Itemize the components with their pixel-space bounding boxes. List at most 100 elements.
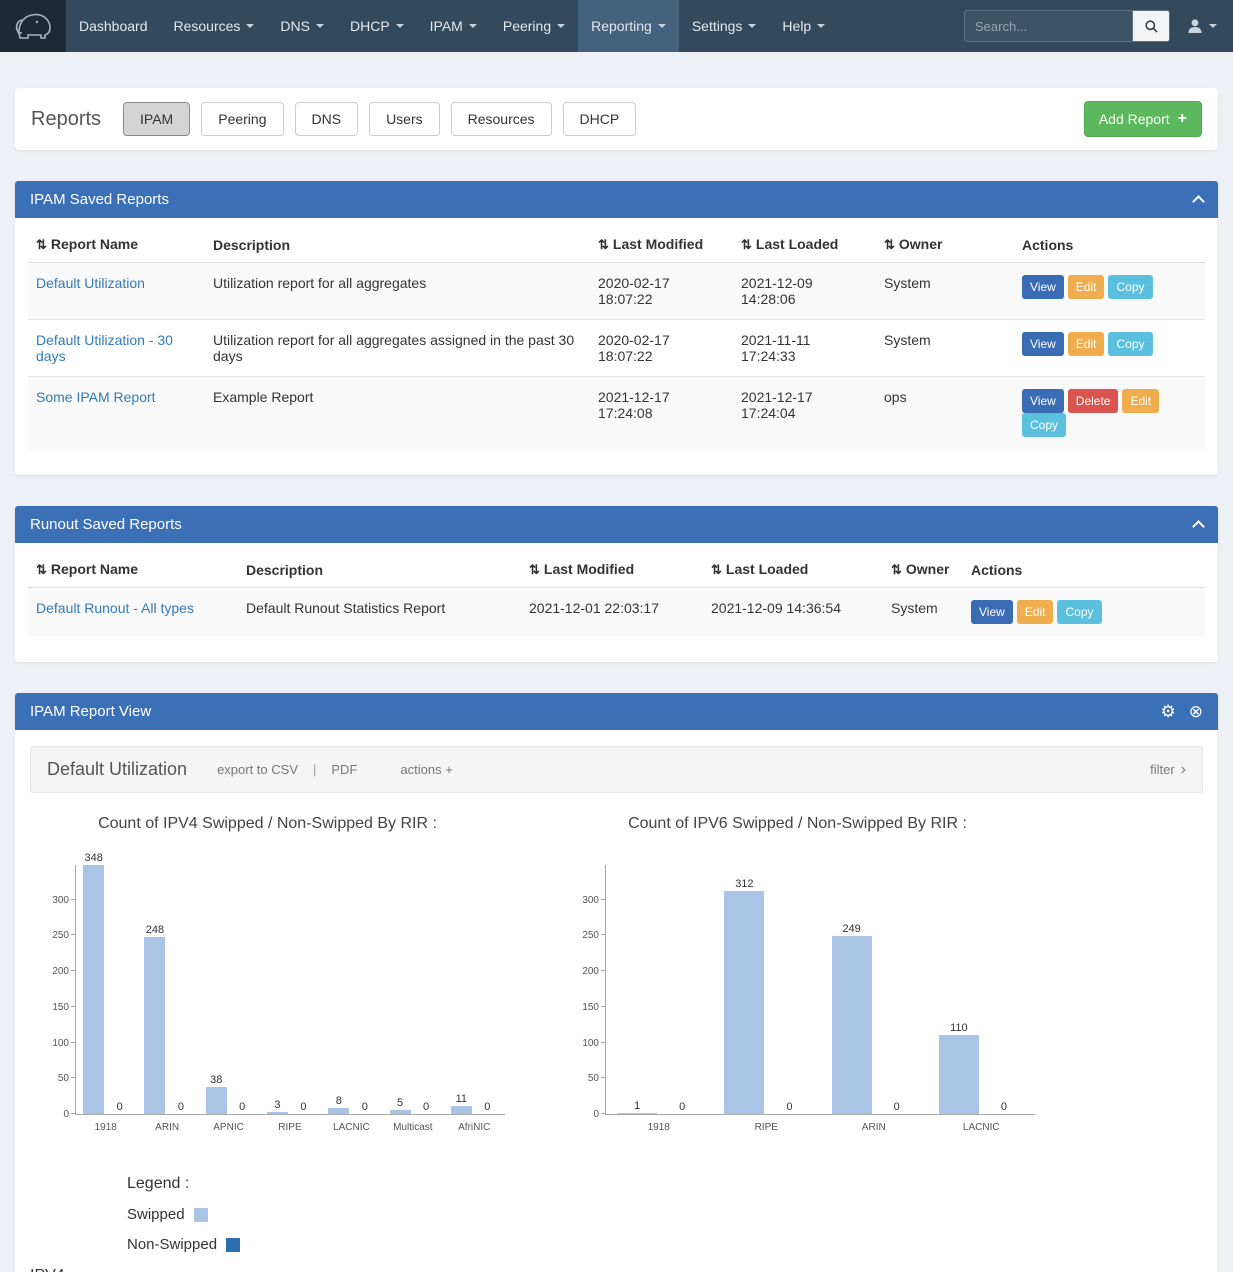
pdf-link[interactable]: PDF bbox=[331, 762, 357, 777]
section-label-ipv4: IPV4 bbox=[30, 1267, 1218, 1272]
close-panel-icon[interactable]: ⊗ bbox=[1189, 703, 1203, 720]
nav-item-ipam[interactable]: IPAM bbox=[417, 0, 490, 52]
report-name-link[interactable]: Default Runout - All types bbox=[36, 600, 194, 616]
user-icon bbox=[1186, 17, 1204, 35]
copy-button[interactable]: Copy bbox=[1022, 413, 1066, 437]
tab-resources[interactable]: Resources bbox=[451, 102, 552, 136]
bar-value-label: 5 bbox=[397, 1097, 403, 1109]
legend-label: Swipped bbox=[127, 1206, 185, 1223]
x-axis-label: ARIN bbox=[820, 1122, 928, 1133]
ipam-report-view-panel: IPAM Report View ⚙ ⊗ Default Utilization… bbox=[15, 693, 1218, 1272]
bar-swipped bbox=[328, 1108, 349, 1114]
actions-menu-link[interactable]: actions + bbox=[400, 762, 452, 777]
table-row: Default UtilizationUtilization report fo… bbox=[28, 263, 1205, 320]
filter-toggle[interactable]: filter › bbox=[1150, 762, 1186, 778]
bar-group-1918: 3480 bbox=[83, 852, 130, 1114]
column-header-owner[interactable]: ⇅Owner bbox=[883, 549, 963, 588]
edit-button[interactable]: Edit bbox=[1017, 600, 1054, 624]
column-label: Actions bbox=[1022, 237, 1073, 253]
copy-button[interactable]: Copy bbox=[1057, 600, 1101, 624]
bar-value-label: 38 bbox=[210, 1074, 222, 1086]
reports-toolbar: Reports IPAMPeeringDNSUsersResourcesDHCP… bbox=[15, 88, 1218, 150]
column-header-report-name[interactable]: ⇅Report Name bbox=[28, 224, 205, 263]
delete-button[interactable]: Delete bbox=[1068, 389, 1119, 413]
bar-column: 110 bbox=[939, 1022, 979, 1114]
column-header-last-modified[interactable]: ⇅Last Modified bbox=[590, 224, 733, 263]
bar-column: 0 bbox=[109, 1101, 130, 1114]
bar-column: 0 bbox=[877, 1101, 917, 1114]
column-header-report-name[interactable]: ⇅Report Name bbox=[28, 549, 238, 588]
column-header-owner[interactable]: ⇅Owner bbox=[876, 224, 1014, 263]
nav-item-dashboard[interactable]: Dashboard bbox=[66, 0, 161, 52]
column-header-last-modified[interactable]: ⇅Last Modified bbox=[521, 549, 703, 588]
nav-item-help[interactable]: Help bbox=[769, 0, 838, 52]
tab-dns[interactable]: DNS bbox=[295, 102, 359, 136]
column-header-last-loaded[interactable]: ⇅ Last Loaded bbox=[703, 549, 883, 588]
bar-group-1918: 10 bbox=[617, 1100, 702, 1114]
edit-button[interactable]: Edit bbox=[1068, 275, 1105, 299]
copy-button[interactable]: Copy bbox=[1108, 332, 1152, 356]
report-title: Default Utilization bbox=[47, 759, 187, 780]
search-button[interactable] bbox=[1132, 10, 1170, 42]
last-loaded-cell: 2021-11-11 17:24:33 bbox=[733, 320, 876, 377]
report-name-link[interactable]: Default Utilization - 30 days bbox=[36, 332, 173, 364]
view-button[interactable]: View bbox=[1022, 389, 1064, 413]
divider: | bbox=[313, 762, 316, 777]
nav-item-resources[interactable]: Resources bbox=[161, 0, 268, 52]
bar-value-label: 249 bbox=[842, 923, 860, 935]
view-button[interactable]: View bbox=[1022, 275, 1064, 299]
bar-value-label: 3 bbox=[274, 1099, 280, 1111]
collapse-panel-icon[interactable] bbox=[1192, 520, 1205, 533]
chart-title: Count of IPV4 Swipped / Non-Swipped By R… bbox=[30, 815, 505, 833]
nav-item-peering[interactable]: Peering bbox=[490, 0, 578, 52]
settings-gear-icon[interactable]: ⚙ bbox=[1161, 703, 1176, 720]
column-header-last-loaded[interactable]: ⇅Last Loaded bbox=[733, 224, 876, 263]
tab-ipam[interactable]: IPAM bbox=[123, 102, 190, 136]
legend-label: Non-Swipped bbox=[127, 1236, 217, 1253]
nav-item-label: Dashboard bbox=[79, 18, 148, 34]
bar-column: 3 bbox=[267, 1099, 288, 1114]
x-axis-label: RIPE bbox=[713, 1122, 821, 1133]
charts-row: Count of IPV4 Swipped / Non-Swipped By R… bbox=[15, 793, 1218, 1133]
report-name-link[interactable]: Default Utilization bbox=[36, 275, 145, 291]
nav-item-label: Settings bbox=[692, 18, 743, 34]
bar-swipped bbox=[724, 891, 764, 1114]
page: DashboardResourcesDNSDHCPIPAMPeeringRepo… bbox=[0, 0, 1233, 1272]
bar-value-label: 0 bbox=[117, 1101, 123, 1113]
chevron-right-icon: › bbox=[1181, 762, 1186, 778]
chart-title: Count of IPV6 Swipped / Non-Swipped By R… bbox=[560, 815, 1035, 833]
report-name-link[interactable]: Some IPAM Report bbox=[36, 389, 156, 405]
brand-logo[interactable] bbox=[0, 0, 66, 52]
nav-item-dhcp[interactable]: DHCP bbox=[337, 0, 417, 52]
user-menu-button[interactable] bbox=[1186, 17, 1217, 35]
column-label: Last Modified bbox=[544, 561, 634, 577]
sort-icon: ⇅ bbox=[711, 562, 722, 577]
add-report-button[interactable]: Add Report + bbox=[1084, 101, 1202, 137]
edit-button[interactable]: Edit bbox=[1122, 389, 1159, 413]
tab-users[interactable]: Users bbox=[369, 102, 440, 136]
nav-item-settings[interactable]: Settings bbox=[679, 0, 770, 52]
column-label: Last Loaded bbox=[726, 561, 808, 577]
nav-item-dns[interactable]: DNS bbox=[267, 0, 337, 52]
view-button[interactable]: View bbox=[1022, 332, 1064, 356]
tab-dhcp[interactable]: DHCP bbox=[563, 102, 637, 136]
runout-saved-reports-panel: Runout Saved Reports ⇅Report NameDescrip… bbox=[15, 506, 1218, 662]
search-input[interactable] bbox=[964, 10, 1132, 42]
tab-peering[interactable]: Peering bbox=[201, 102, 283, 136]
nav-item-reporting[interactable]: Reporting bbox=[578, 0, 679, 52]
view-button[interactable]: View bbox=[971, 600, 1013, 624]
collapse-panel-icon[interactable] bbox=[1192, 195, 1205, 208]
x-axis-label: RIPE bbox=[259, 1122, 320, 1133]
legend-title: Legend : bbox=[127, 1175, 1218, 1193]
actions-cell: ViewDeleteEdit Copy bbox=[1014, 377, 1205, 450]
bar-column: 8 bbox=[328, 1095, 349, 1114]
export-csv-link[interactable]: export to CSV bbox=[217, 762, 298, 777]
edit-button[interactable]: Edit bbox=[1068, 332, 1105, 356]
table-header-row: ⇅Report NameDescription⇅Last Modified⇅La… bbox=[28, 224, 1205, 263]
table-row: Default Utilization - 30 daysUtilization… bbox=[28, 320, 1205, 377]
copy-button[interactable]: Copy bbox=[1108, 275, 1152, 299]
legend-item-swipped: Swipped bbox=[127, 1206, 1218, 1223]
y-tick-label: 0 bbox=[593, 1109, 599, 1120]
caret-down-icon bbox=[246, 24, 254, 28]
table-header-row: ⇅Report NameDescription⇅Last Modified⇅La… bbox=[28, 549, 1205, 588]
